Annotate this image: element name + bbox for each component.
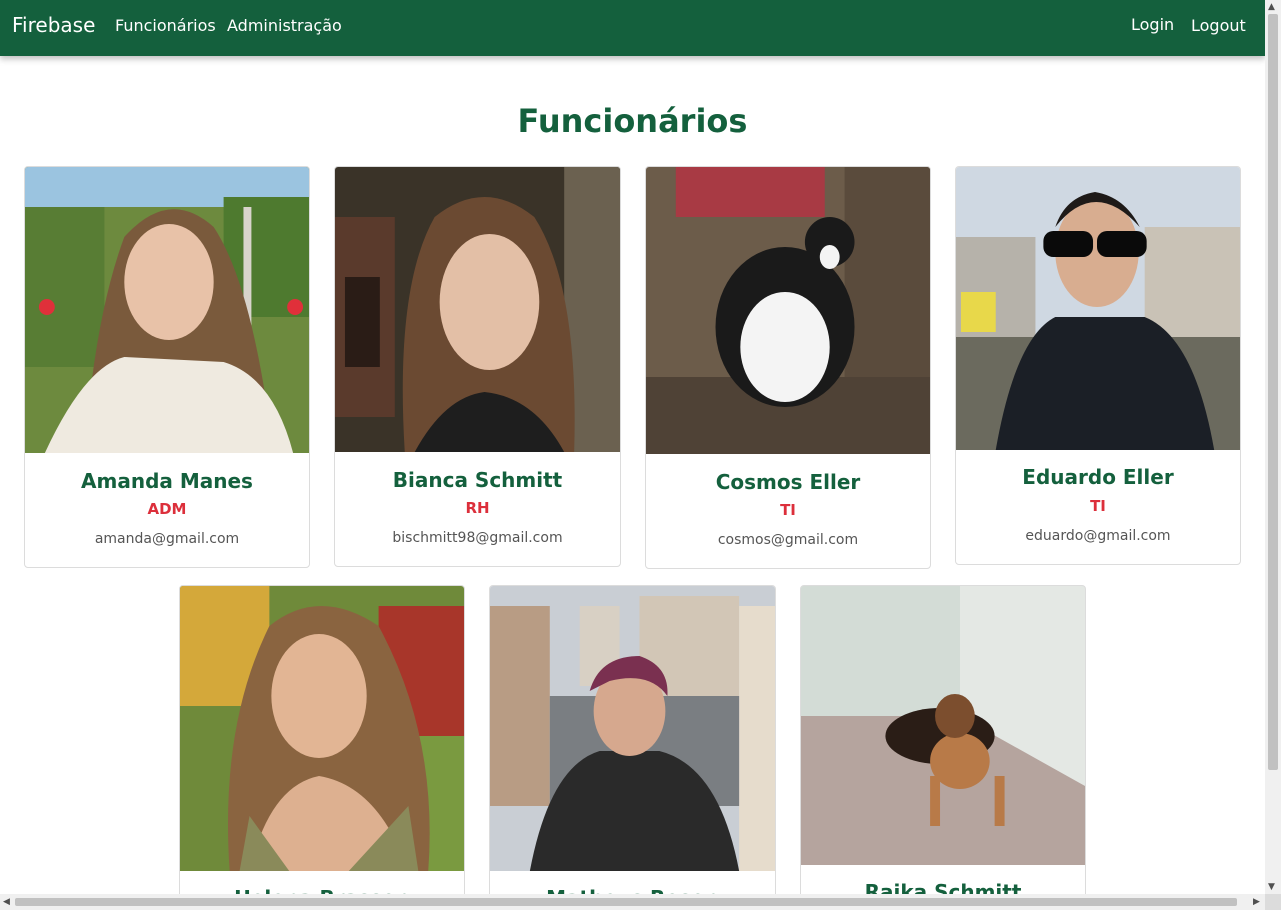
employee-photo — [25, 167, 309, 453]
employee-name: Amanda Manes — [81, 469, 253, 493]
employee-name: Cosmos Eller — [715, 470, 861, 494]
employee-role: TI — [1090, 497, 1106, 515]
employee-card[interactable]: Helena Brasson — [179, 585, 465, 894]
employee-photo — [956, 167, 1240, 450]
employee-card[interactable]: Eduardo Eller TI eduardo@gmail.com — [955, 166, 1241, 565]
employee-role: TI — [780, 501, 796, 519]
employee-name: Raika Schmitt — [864, 880, 1022, 894]
employee-name: Eduardo Eller — [1022, 465, 1174, 489]
employee-card[interactable]: Bianca Schmitt RH bischmitt98@gmail.com — [334, 166, 621, 567]
employee-photo — [801, 586, 1085, 865]
employee-role: ADM — [147, 500, 187, 518]
employee-name: Matheus Rosen — [490, 886, 775, 894]
employee-email: bischmitt98@gmail.com — [392, 530, 563, 546]
nav-link-funcionarios[interactable]: Funcionários — [115, 16, 216, 35]
employee-card[interactable]: Raika Schmitt — [800, 585, 1086, 894]
navbar-brand[interactable]: Firebase — [12, 13, 95, 37]
employee-photo — [180, 586, 464, 871]
navbar: Firebase Funcionários Administração Logi… — [0, 0, 1265, 56]
employee-name: Bianca Schmitt — [392, 468, 563, 492]
employee-card[interactable]: Amanda Manes ADM amanda@gmail.com — [24, 166, 310, 568]
scroll-left-icon[interactable]: ◀ — [3, 897, 10, 907]
horizontal-scrollbar[interactable]: ◀ ▶ — [0, 894, 1265, 910]
logout-link[interactable]: Logout — [1191, 16, 1246, 35]
employee-card[interactable]: Matheus Rosen — [489, 585, 776, 894]
employee-role: RH — [465, 499, 490, 517]
employee-photo — [646, 167, 930, 454]
scrollbar-corner — [1265, 894, 1281, 910]
page-title: Funcionários — [517, 102, 748, 140]
scroll-down-icon[interactable]: ▼ — [1268, 882, 1275, 892]
page-viewport: Firebase Funcionários Administração Logi… — [0, 0, 1265, 894]
scroll-up-icon[interactable]: ▲ — [1268, 2, 1275, 12]
vertical-scroll-thumb[interactable] — [1268, 14, 1278, 770]
employee-name: Helena Brasson — [180, 886, 464, 894]
employee-email: eduardo@gmail.com — [1025, 528, 1171, 544]
nav-link-administracao[interactable]: Administração — [227, 16, 342, 35]
employee-photo — [335, 167, 620, 452]
login-link[interactable]: Login — [1131, 15, 1174, 34]
horizontal-scroll-thumb[interactable] — [15, 898, 1237, 906]
employee-photo — [490, 586, 775, 871]
vertical-scrollbar[interactable]: ▲ ▼ — [1265, 0, 1281, 894]
employee-card[interactable]: Cosmos Eller TI cosmos@gmail.com — [645, 166, 931, 569]
employee-email: cosmos@gmail.com — [717, 532, 859, 548]
employee-email: amanda@gmail.com — [94, 531, 240, 547]
scroll-right-icon[interactable]: ▶ — [1253, 897, 1260, 907]
